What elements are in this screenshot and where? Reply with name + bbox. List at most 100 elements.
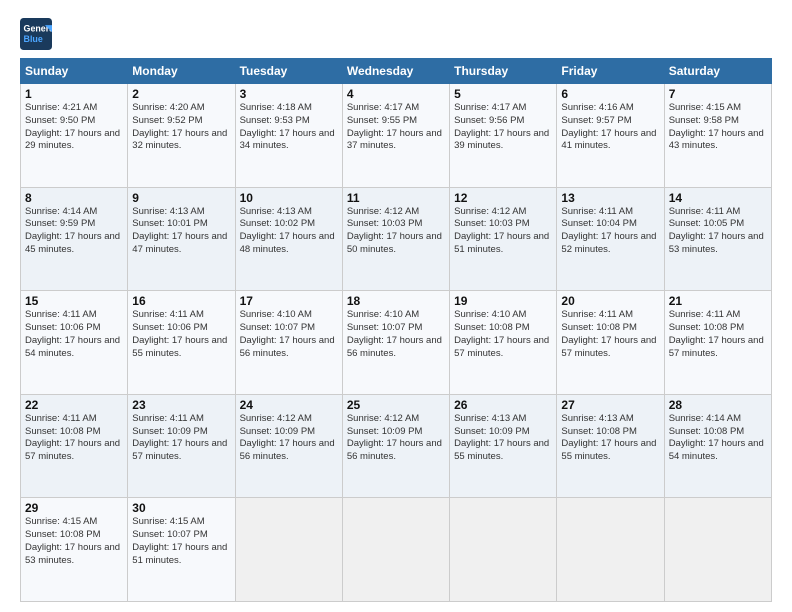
day-number: 16 <box>132 294 230 308</box>
cell-sunrise: Sunrise: 4:13 AM <box>561 413 633 424</box>
calendar-cell: 16 Sunrise: 4:11 AM Sunset: 10:06 PM Day… <box>128 291 235 395</box>
cell-sunset: Sunset: 9:53 PM <box>240 115 310 126</box>
calendar-cell: 4 Sunrise: 4:17 AM Sunset: 9:55 PM Dayli… <box>342 84 449 188</box>
day-number: 14 <box>669 191 767 205</box>
cell-sunrise: Sunrise: 4:12 AM <box>347 413 419 424</box>
calendar-cell: 8 Sunrise: 4:14 AM Sunset: 9:59 PM Dayli… <box>21 187 128 291</box>
col-header-monday: Monday <box>128 59 235 84</box>
day-number: 22 <box>25 398 123 412</box>
cell-daylight: Daylight: 17 hours and 54 minutes. <box>669 438 764 462</box>
calendar-cell <box>235 498 342 602</box>
cell-sunrise: Sunrise: 4:21 AM <box>25 102 97 113</box>
col-header-thursday: Thursday <box>450 59 557 84</box>
day-number: 19 <box>454 294 552 308</box>
calendar-cell: 24 Sunrise: 4:12 AM Sunset: 10:09 PM Day… <box>235 394 342 498</box>
calendar-cell: 14 Sunrise: 4:11 AM Sunset: 10:05 PM Day… <box>664 187 771 291</box>
cell-sunrise: Sunrise: 4:17 AM <box>347 102 419 113</box>
cell-sunrise: Sunrise: 4:10 AM <box>240 309 312 320</box>
calendar-cell <box>664 498 771 602</box>
col-header-tuesday: Tuesday <box>235 59 342 84</box>
cell-sunset: Sunset: 10:04 PM <box>561 218 637 229</box>
cell-daylight: Daylight: 17 hours and 56 minutes. <box>240 438 335 462</box>
cell-sunset: Sunset: 10:08 PM <box>561 426 637 437</box>
cell-sunrise: Sunrise: 4:13 AM <box>454 413 526 424</box>
cell-sunset: Sunset: 10:09 PM <box>454 426 530 437</box>
cell-sunrise: Sunrise: 4:11 AM <box>561 309 633 320</box>
cell-daylight: Daylight: 17 hours and 29 minutes. <box>25 128 120 152</box>
calendar-cell: 12 Sunrise: 4:12 AM Sunset: 10:03 PM Day… <box>450 187 557 291</box>
calendar-table: SundayMondayTuesdayWednesdayThursdayFrid… <box>20 58 772 602</box>
day-number: 27 <box>561 398 659 412</box>
day-number: 30 <box>132 501 230 515</box>
day-number: 21 <box>669 294 767 308</box>
day-number: 20 <box>561 294 659 308</box>
cell-sunrise: Sunrise: 4:12 AM <box>454 206 526 217</box>
calendar-week-row: 1 Sunrise: 4:21 AM Sunset: 9:50 PM Dayli… <box>21 84 772 188</box>
calendar-cell: 21 Sunrise: 4:11 AM Sunset: 10:08 PM Day… <box>664 291 771 395</box>
cell-daylight: Daylight: 17 hours and 48 minutes. <box>240 231 335 255</box>
calendar-cell: 22 Sunrise: 4:11 AM Sunset: 10:08 PM Day… <box>21 394 128 498</box>
day-number: 9 <box>132 191 230 205</box>
cell-sunrise: Sunrise: 4:11 AM <box>132 309 204 320</box>
cell-sunrise: Sunrise: 4:15 AM <box>25 516 97 527</box>
day-number: 26 <box>454 398 552 412</box>
calendar-cell: 27 Sunrise: 4:13 AM Sunset: 10:08 PM Day… <box>557 394 664 498</box>
cell-daylight: Daylight: 17 hours and 32 minutes. <box>132 128 227 152</box>
calendar-cell: 2 Sunrise: 4:20 AM Sunset: 9:52 PM Dayli… <box>128 84 235 188</box>
day-number: 10 <box>240 191 338 205</box>
cell-daylight: Daylight: 17 hours and 52 minutes. <box>561 231 656 255</box>
cell-sunset: Sunset: 10:06 PM <box>132 322 208 333</box>
calendar-cell <box>342 498 449 602</box>
cell-sunset: Sunset: 10:09 PM <box>240 426 316 437</box>
day-number: 15 <box>25 294 123 308</box>
cell-daylight: Daylight: 17 hours and 47 minutes. <box>132 231 227 255</box>
calendar-cell: 26 Sunrise: 4:13 AM Sunset: 10:09 PM Day… <box>450 394 557 498</box>
cell-sunset: Sunset: 10:08 PM <box>669 322 745 333</box>
calendar-cell: 17 Sunrise: 4:10 AM Sunset: 10:07 PM Day… <box>235 291 342 395</box>
cell-daylight: Daylight: 17 hours and 50 minutes. <box>347 231 442 255</box>
day-number: 1 <box>25 87 123 101</box>
day-number: 12 <box>454 191 552 205</box>
cell-daylight: Daylight: 17 hours and 57 minutes. <box>561 335 656 359</box>
cell-daylight: Daylight: 17 hours and 57 minutes. <box>132 438 227 462</box>
col-header-sunday: Sunday <box>21 59 128 84</box>
cell-daylight: Daylight: 17 hours and 55 minutes. <box>454 438 549 462</box>
logo-icon: General Blue <box>20 18 52 50</box>
col-header-wednesday: Wednesday <box>342 59 449 84</box>
cell-daylight: Daylight: 17 hours and 37 minutes. <box>347 128 442 152</box>
cell-daylight: Daylight: 17 hours and 54 minutes. <box>25 335 120 359</box>
day-number: 5 <box>454 87 552 101</box>
cell-sunrise: Sunrise: 4:12 AM <box>347 206 419 217</box>
day-number: 7 <box>669 87 767 101</box>
cell-sunset: Sunset: 10:08 PM <box>454 322 530 333</box>
cell-sunrise: Sunrise: 4:13 AM <box>240 206 312 217</box>
calendar-header-row: SundayMondayTuesdayWednesdayThursdayFrid… <box>21 59 772 84</box>
cell-daylight: Daylight: 17 hours and 57 minutes. <box>454 335 549 359</box>
calendar-cell: 29 Sunrise: 4:15 AM Sunset: 10:08 PM Day… <box>21 498 128 602</box>
day-number: 24 <box>240 398 338 412</box>
cell-sunset: Sunset: 10:07 PM <box>240 322 316 333</box>
cell-sunrise: Sunrise: 4:12 AM <box>240 413 312 424</box>
cell-daylight: Daylight: 17 hours and 55 minutes. <box>132 335 227 359</box>
col-header-friday: Friday <box>557 59 664 84</box>
cell-sunset: Sunset: 9:56 PM <box>454 115 524 126</box>
calendar-cell: 28 Sunrise: 4:14 AM Sunset: 10:08 PM Day… <box>664 394 771 498</box>
calendar-cell: 3 Sunrise: 4:18 AM Sunset: 9:53 PM Dayli… <box>235 84 342 188</box>
cell-sunrise: Sunrise: 4:11 AM <box>669 206 741 217</box>
calendar-cell: 23 Sunrise: 4:11 AM Sunset: 10:09 PM Day… <box>128 394 235 498</box>
day-number: 13 <box>561 191 659 205</box>
cell-sunrise: Sunrise: 4:16 AM <box>561 102 633 113</box>
cell-daylight: Daylight: 17 hours and 53 minutes. <box>669 231 764 255</box>
cell-sunset: Sunset: 10:01 PM <box>132 218 208 229</box>
cell-sunrise: Sunrise: 4:11 AM <box>561 206 633 217</box>
calendar-cell: 10 Sunrise: 4:13 AM Sunset: 10:02 PM Day… <box>235 187 342 291</box>
cell-sunset: Sunset: 9:55 PM <box>347 115 417 126</box>
day-number: 8 <box>25 191 123 205</box>
calendar-cell: 9 Sunrise: 4:13 AM Sunset: 10:01 PM Dayl… <box>128 187 235 291</box>
calendar-week-row: 15 Sunrise: 4:11 AM Sunset: 10:06 PM Day… <box>21 291 772 395</box>
cell-sunrise: Sunrise: 4:20 AM <box>132 102 204 113</box>
header: General Blue <box>20 18 772 50</box>
cell-daylight: Daylight: 17 hours and 51 minutes. <box>132 542 227 566</box>
cell-sunset: Sunset: 10:06 PM <box>25 322 101 333</box>
calendar-cell: 18 Sunrise: 4:10 AM Sunset: 10:07 PM Day… <box>342 291 449 395</box>
